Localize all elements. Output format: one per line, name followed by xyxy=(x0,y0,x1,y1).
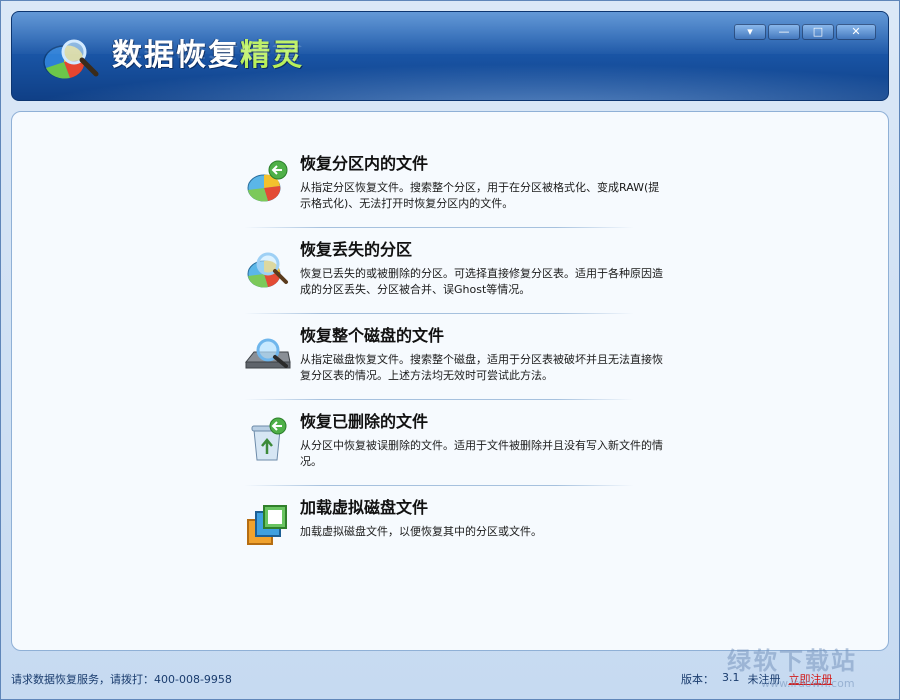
virtual-disk-icon xyxy=(247,505,287,545)
menu-item-recover-disk-files[interactable]: 恢复整个磁盘的文件 从指定磁盘恢复文件。搜索整个磁盘，适用于分区表被破坏并且无法… xyxy=(244,314,674,400)
minimize-button[interactable]: — xyxy=(768,24,800,40)
recovery-menu: 恢复分区内的文件 从指定分区恢复文件。搜索整个分区，用于在分区被格式化、变成RA… xyxy=(244,142,674,572)
menu-description: 加载虚拟磁盘文件，以便恢复其中的分区或文件。 xyxy=(300,525,542,538)
menu-description: 从指定分区恢复文件。搜索整个分区，用于在分区被格式化、变成RAW(提示格式化)、… xyxy=(300,181,660,210)
menu-heading[interactable]: 恢复已删除的文件 xyxy=(300,410,670,434)
menu-heading[interactable]: 加载虚拟磁盘文件 xyxy=(300,496,670,520)
title-reflection: 数据恢复精灵 xyxy=(112,42,304,62)
menu-item-recover-deleted-files[interactable]: 恢复已删除的文件 从分区中恢复被误删除的文件。适用于文件被删除并且没有写入新文件… xyxy=(244,400,674,486)
menu-item-recover-partition-files[interactable]: 恢复分区内的文件 从指定分区恢复文件。搜索整个分区，用于在分区被格式化、变成RA… xyxy=(244,142,674,228)
menu-heading[interactable]: 恢复整个磁盘的文件 xyxy=(300,324,670,348)
main-panel: 恢复分区内的文件 从指定分区恢复文件。搜索整个分区，用于在分区被格式化、变成RA… xyxy=(11,111,889,651)
menu-heading[interactable]: 恢复丢失的分区 xyxy=(300,238,670,262)
watermark-url: www.lrdown.com xyxy=(761,677,855,690)
menu-dropdown-button[interactable]: ▾ xyxy=(734,24,766,40)
partition-recover-icon xyxy=(247,160,288,202)
app-window: 数据恢复精灵 数据恢复精灵 ▾ — □ ✕ 恢复分区内的文件 从指定分区恢复文件… xyxy=(0,0,900,700)
search-partition-icon xyxy=(247,252,288,288)
window-controls: ▾ — □ ✕ xyxy=(734,24,876,40)
recycle-bin-icon xyxy=(251,417,287,461)
maximize-button[interactable]: □ xyxy=(802,24,834,40)
menu-item-recover-lost-partition[interactable]: 恢复丢失的分区 恢复已丢失的或被删除的分区。可选择直接修复分区表。适用于各种原因… xyxy=(244,228,674,314)
disk-search-icon xyxy=(244,338,291,369)
header-banner: 数据恢复精灵 数据恢复精灵 ▾ — □ ✕ xyxy=(11,11,889,101)
menu-heading[interactable]: 恢复分区内的文件 xyxy=(300,152,670,176)
menu-description: 从分区中恢复被误删除的文件。适用于文件被删除并且没有写入新文件的情况。 xyxy=(300,439,663,468)
service-hotline: 请求数据恢复服务，请拨打：400-008-9958 xyxy=(11,673,232,686)
close-button[interactable]: ✕ xyxy=(836,24,876,40)
menu-description: 恢复已丢失的或被删除的分区。可选择直接修复分区表。适用于各种原因造成的分区丢失、… xyxy=(300,267,663,296)
app-logo-icon xyxy=(43,39,99,79)
app-title: 数据恢复精灵 数据恢复精灵 xyxy=(112,30,304,80)
version-label: 版本： xyxy=(681,673,714,686)
menu-item-load-virtual-disk[interactable]: 加载虚拟磁盘文件 加载虚拟磁盘文件，以便恢复其中的分区或文件。 xyxy=(244,486,674,572)
watermark: 绿软下载站 xyxy=(727,647,857,675)
menu-description: 从指定磁盘恢复文件。搜索整个磁盘，适用于分区表被破坏并且无法直接恢复分区表的情况… xyxy=(300,353,663,382)
